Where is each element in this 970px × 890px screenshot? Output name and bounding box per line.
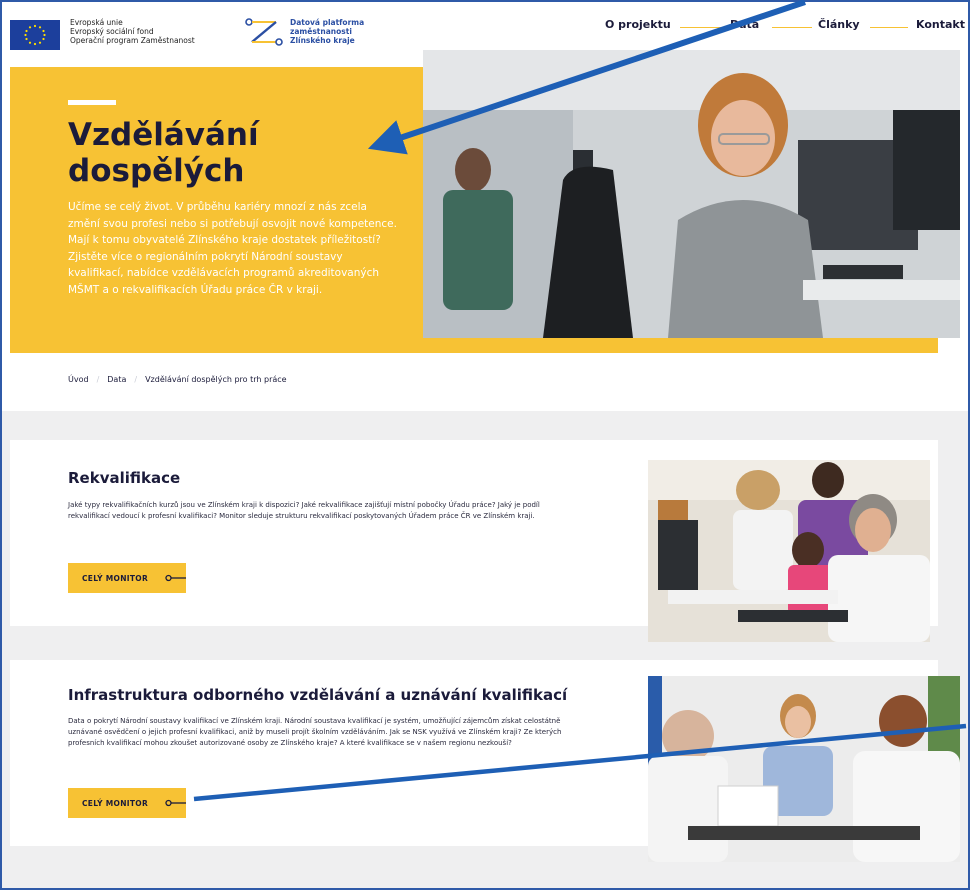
nav-divider	[772, 27, 812, 28]
nav-item-clanky[interactable]: Články	[818, 18, 860, 31]
platform-line: Zlínského kraje	[290, 36, 355, 45]
breadcrumb-data[interactable]: Data	[107, 375, 126, 384]
hero-title-line: Vzdělávání	[68, 117, 259, 153]
eu-line: Operační program Zaměstnanost	[70, 36, 195, 45]
nav-divider	[870, 27, 908, 28]
hero-title-line: dospělých	[68, 153, 245, 189]
key-arrow-icon	[165, 799, 186, 807]
nav-divider	[680, 27, 724, 28]
card-description: Data o pokrytí Národní soustavy kvalifik…	[68, 717, 562, 747]
nav-item-data[interactable]: Data	[730, 18, 759, 31]
photo-classroom-computers	[648, 460, 930, 642]
cta-label: CELÝ MONITOR	[82, 574, 149, 583]
photo-interview-meeting	[648, 676, 960, 862]
key-arrow-icon	[165, 574, 186, 582]
site-header: Evropská unie Evropský sociální fond Ope…	[2, 2, 968, 50]
photo-meeting-illustration	[648, 676, 960, 862]
main-nav: O projektu Data Články Kontakt	[2, 18, 968, 36]
breadcrumb-separator: /	[96, 375, 100, 384]
hero-title: Vzdělávání dospělých	[68, 117, 408, 189]
card-description: Jaké typy rekvalifikačních kurzů jsou ve…	[68, 501, 540, 520]
card-title: Rekvalifikace	[68, 469, 181, 487]
card-title: Infrastruktura odborného vzdělávání a uz…	[68, 686, 568, 704]
breadcrumb: Úvod / Data / Vzdělávání dospělých pro trh p…	[68, 375, 287, 384]
full-monitor-button[interactable]: CELÝ MONITOR	[68, 788, 186, 818]
breadcrumb-separator: /	[134, 375, 138, 384]
nav-item-kontakt[interactable]: Kontakt	[916, 18, 965, 31]
nav-item-o-projektu[interactable]: O projektu	[605, 18, 671, 31]
breadcrumb-current: Vzdělávání dospělých pro trh práce	[145, 375, 287, 384]
breadcrumb-home[interactable]: Úvod	[68, 375, 89, 384]
cta-label: CELÝ MONITOR	[82, 799, 149, 808]
hero-description: Učíme se celý život. V průběhu kariéry m…	[68, 201, 397, 296]
full-monitor-button[interactable]: CELÝ MONITOR	[68, 563, 186, 593]
hero-photo-illustration	[423, 50, 960, 338]
photo-classroom-illustration	[648, 460, 930, 642]
hero-accent-dash	[68, 100, 116, 105]
hero-photo-woman-at-computer	[423, 50, 960, 338]
